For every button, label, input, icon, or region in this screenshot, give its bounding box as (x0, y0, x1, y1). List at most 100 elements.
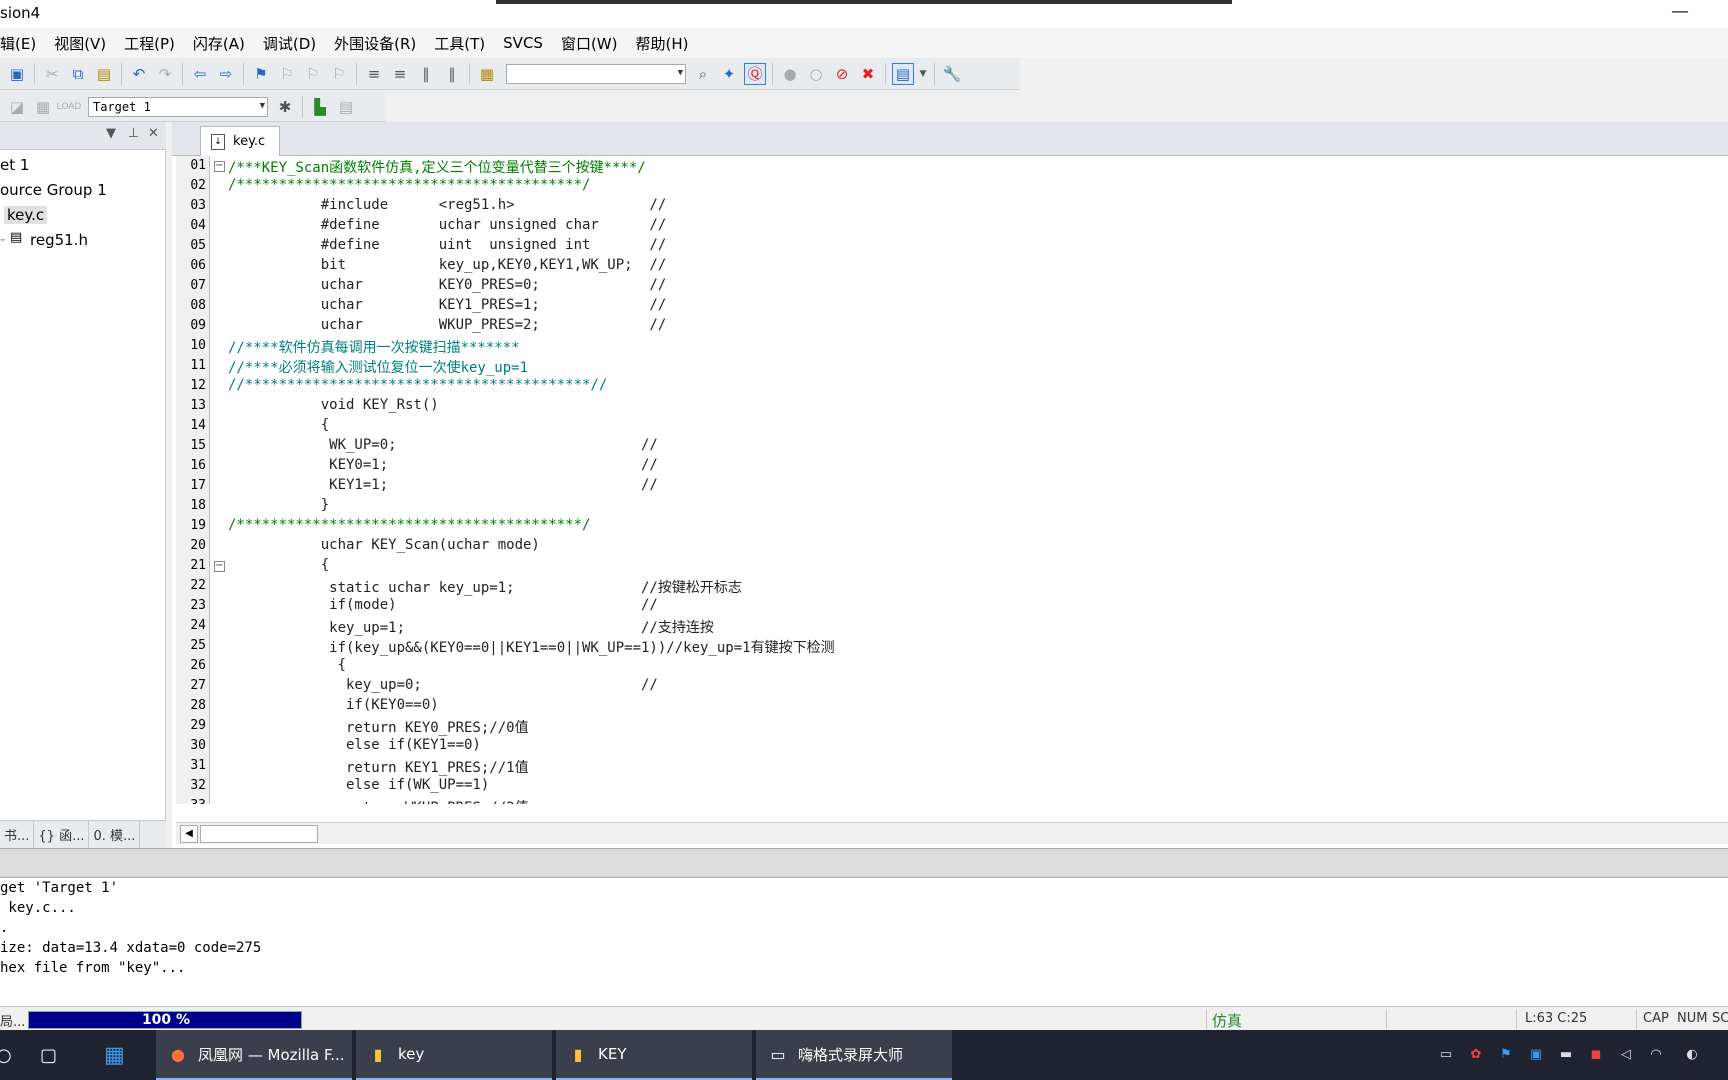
code-line[interactable]: 23 if(mode) // (172, 596, 1728, 616)
disable-breakpoint-icon[interactable]: ○ (805, 63, 827, 85)
menu-debug[interactable]: 调试(D) (254, 33, 325, 54)
scroll-left-icon[interactable]: ◀ (180, 825, 198, 843)
manage-components-icon[interactable]: ▙ (309, 96, 331, 118)
pin-icon[interactable]: ⊥ (128, 126, 139, 141)
taskbar-app-key-folder[interactable]: ▮ key (356, 1030, 552, 1080)
chevron-down-icon[interactable]: ▼ (106, 126, 116, 141)
battery-tray-icon[interactable]: ▬ (1556, 1045, 1576, 1065)
paste-icon[interactable]: ▤ (93, 63, 115, 85)
comment-icon[interactable]: ∥ (415, 63, 437, 85)
code-line[interactable]: 02 /*************************************… (172, 176, 1728, 196)
minimize-icon[interactable]: — (1665, 0, 1695, 28)
app-tray-icon[interactable]: ✿ (1466, 1045, 1486, 1065)
find-in-files-icon[interactable]: ▦ (476, 63, 498, 85)
nav-forward-icon[interactable]: ⇨ (215, 63, 237, 85)
target-options-icon[interactable]: ✱ (274, 96, 296, 118)
code-line[interactable]: 19 /*************************************… (172, 516, 1728, 536)
breakpoint-icon[interactable]: ● (779, 63, 801, 85)
code-line[interactable]: 32 else if(WK_UP==1) (172, 776, 1728, 796)
code-line[interactable]: 27 key_up=0; // (172, 676, 1728, 696)
indent-icon[interactable]: ≡ (363, 63, 385, 85)
code-line[interactable]: 18 } (172, 496, 1728, 516)
bookmark-icon[interactable]: ⚑ (250, 63, 272, 85)
chevron-down-icon[interactable]: ▼ (918, 63, 928, 85)
menu-flash[interactable]: 闪存(A) (184, 33, 254, 54)
code-line[interactable]: 12 //************************************… (172, 376, 1728, 396)
wifi-tray-icon[interactable]: ◠ (1646, 1045, 1666, 1065)
taskbar-app-recorder[interactable]: ▭ 嗨格式录屏大师 (756, 1030, 952, 1080)
undo-icon[interactable]: ↶ (128, 63, 150, 85)
tab-templates[interactable]: 0. 模... (89, 821, 141, 848)
load-icon[interactable]: LOAD (57, 96, 82, 118)
code-line[interactable]: 03 #include <reg51.h> // (172, 196, 1728, 216)
find-icon[interactable]: ⌕ (692, 63, 714, 85)
code-line[interactable]: 28 if(KEY0==0) (172, 696, 1728, 716)
configure-icon[interactable]: 🔧 (941, 63, 963, 85)
app-tray-icon[interactable]: ▣ (1526, 1045, 1546, 1065)
prev-bookmark-icon[interactable]: ⚐ (276, 63, 298, 85)
start-tiles-icon[interactable]: ▦ (104, 1030, 134, 1080)
save-all-icon[interactable]: ▣ (6, 63, 28, 85)
window-layout-icon[interactable]: ▤ (892, 62, 914, 85)
security-tray-icon[interactable]: ◼ (1586, 1045, 1606, 1065)
code-line[interactable]: 17 KEY1=1; // (172, 476, 1728, 496)
pack-installer-icon[interactable]: ▤ (335, 96, 357, 118)
tree-file-key-c[interactable]: key.c (4, 206, 48, 224)
translate-icon[interactable]: ◪ (6, 96, 28, 118)
code-line[interactable]: 24 key_up=1; //支持连按 (172, 616, 1728, 636)
panel-splitter[interactable] (0, 848, 1728, 878)
cut-icon[interactable]: ✂ (41, 63, 63, 85)
copy-icon[interactable]: ⧉ (67, 63, 89, 85)
redo-icon[interactable]: ↷ (154, 63, 176, 85)
incremental-find-icon[interactable]: ✦ (718, 63, 740, 85)
code-line[interactable]: 14 { (172, 416, 1728, 436)
code-line[interactable]: 26 { (172, 656, 1728, 676)
taskbar-app-firefox[interactable]: ● 凤凰网 — Mozilla F... (156, 1030, 352, 1080)
code-line[interactable]: 11 //****必须将输入测试位复位一次使key_up=1 (172, 356, 1728, 376)
fold-toggle-icon[interactable]: − (214, 561, 225, 572)
uncomment-icon[interactable]: ∥ (441, 63, 463, 85)
code-editor[interactable]: 01−/***KEY_Scan函数软件仿真,定义三个位变量代替三个按键****/… (172, 156, 1728, 804)
unindent-icon[interactable]: ≡ (389, 63, 411, 85)
code-line[interactable]: 06 bit key_up,KEY0,KEY1,WK_UP; // (172, 256, 1728, 276)
code-line[interactable]: 08 uchar KEY1_PRES=1; // (172, 296, 1728, 316)
horizontal-scrollbar[interactable]: ◀ (176, 822, 1728, 844)
camera-tray-icon[interactable]: ▭ (1436, 1045, 1456, 1065)
code-line[interactable]: 21− { (172, 556, 1728, 576)
code-line[interactable]: 33 return WKUP_PRES;//2值 (172, 796, 1728, 804)
code-line[interactable]: 31 return KEY1_PRES;//1值 (172, 756, 1728, 776)
menu-help[interactable]: 帮助(H) (626, 33, 697, 54)
code-line[interactable]: 09 uchar WKUP_PRES=2; // (172, 316, 1728, 336)
code-line[interactable]: 25 if(key_up&&(KEY0==0||KEY1==0||WK_UP==… (172, 636, 1728, 656)
tab-functions[interactable]: {} 函... (34, 821, 90, 848)
menu-window[interactable]: 窗口(W) (552, 33, 627, 54)
bluetooth-tray-icon[interactable]: ⚑ (1496, 1045, 1516, 1065)
code-line[interactable]: 01−/***KEY_Scan函数软件仿真,定义三个位变量代替三个按键****/ (172, 156, 1728, 176)
close-icon[interactable]: ✕ (148, 126, 159, 141)
code-line[interactable]: 05 #define uint unsigned int // (172, 236, 1728, 256)
code-line[interactable]: 30 else if(KEY1==0) (172, 736, 1728, 756)
debug-session-icon[interactable]: Ⓠ (744, 62, 766, 85)
menu-svcs[interactable]: SVCS (494, 34, 552, 52)
tab-books[interactable]: 书... (0, 821, 35, 848)
clear-bookmarks-icon[interactable]: ⚐ (328, 63, 350, 85)
nav-back-icon[interactable]: ⇦ (189, 63, 211, 85)
task-view-icon[interactable]: ▢ (40, 1030, 70, 1080)
target-select[interactable]: Target 1 ▼ (88, 96, 268, 117)
fold-toggle-icon[interactable]: − (214, 161, 225, 172)
tree-file-reg51-h[interactable]: reg51.h (30, 231, 88, 249)
menu-project[interactable]: 工程(P) (115, 33, 184, 54)
tree-target[interactable]: et 1 (0, 156, 29, 174)
kill-breakpoints-icon[interactable]: ✖ (857, 63, 879, 85)
disable-all-breakpoints-icon[interactable]: ⊘ (831, 63, 853, 85)
menu-edit[interactable]: 辑(E) (0, 33, 45, 54)
menu-view[interactable]: 视图(V) (45, 33, 115, 54)
menu-peripherals[interactable]: 外围设备(R) (325, 33, 425, 54)
code-line[interactable]: 04 #define uchar unsigned char // (172, 216, 1728, 236)
taskbar-app-KEY-folder[interactable]: ▮ KEY (556, 1030, 752, 1080)
code-line[interactable]: 20 uchar KEY_Scan(uchar mode) (172, 536, 1728, 556)
build-icon[interactable]: ▦ (32, 96, 54, 118)
input-method-tray-icon[interactable]: ◐ (1682, 1045, 1702, 1065)
menu-tools[interactable]: 工具(T) (425, 33, 494, 54)
code-line[interactable]: 10 //****软件仿真每调用一次按键扫描******* (172, 336, 1728, 356)
